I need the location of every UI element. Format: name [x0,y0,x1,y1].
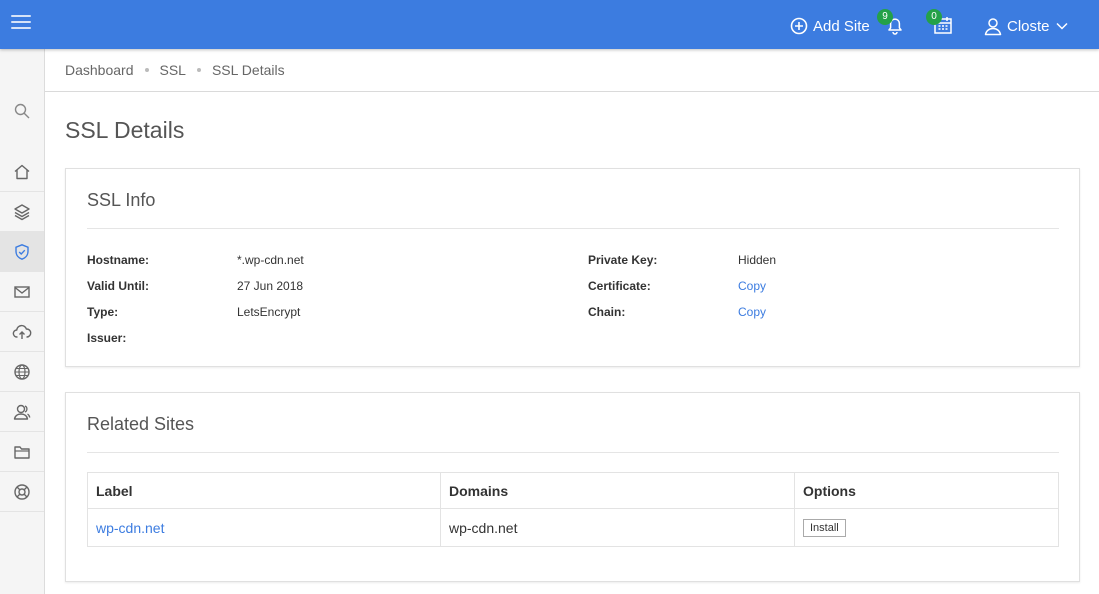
sidebar-item-upload[interactable] [0,312,44,352]
notifications-badge: 9 [877,9,893,25]
sidebar-search[interactable] [0,91,44,131]
sidebar-item-mail[interactable] [0,272,44,312]
page-title: SSL Details [65,117,185,143]
type-value: LetsEncrypt [237,305,301,319]
tasks-button[interactable]: 0 [926,9,954,36]
sidebar-item-home[interactable] [0,152,44,192]
user-icon [984,18,1002,36]
breadcrumb-ssl[interactable]: SSL [160,62,186,78]
sidebar [0,49,45,594]
divider [87,452,1059,453]
breadcrumb-separator [196,68,201,72]
chevron-down-icon [1056,22,1068,30]
breadcrumb-current: SSL Details [211,62,285,78]
type-label: Type: [87,305,119,319]
site-domains-cell: wp-cdn.net [440,508,795,547]
related-sites-title: Related Sites [87,414,195,434]
folder-icon [14,445,30,459]
sidebar-item-layers[interactable] [0,192,44,232]
users-icon [13,404,31,420]
top-bar: Add Site 9 0 Closte [0,0,1099,49]
private-key-label: Private Key: [588,253,658,267]
sidebar-item-domains[interactable] [0,352,44,392]
breadcrumb: Dashboard SSL SSL Details [45,49,1099,92]
tasks-badge: 0 [926,9,942,25]
table-header-row: Label Domains Options [87,472,1059,509]
column-header-options: Options [794,472,1059,509]
related-sites-card: Related Sites Label Domains Options wp-c… [65,392,1080,582]
sidebar-item-users[interactable] [0,392,44,432]
column-header-label: Label [87,472,441,509]
layers-icon [14,203,30,220]
column-header-domains: Domains [440,472,795,509]
add-site-label: Add Site [813,17,870,35]
sidebar-item-files[interactable] [0,432,44,472]
copy-chain-link[interactable]: Copy [738,305,766,319]
certificate-label: Certificate: [588,279,651,293]
chain-label: Chain: [588,305,626,319]
notifications-button[interactable]: 9 [877,9,906,36]
install-button[interactable]: Install [803,519,846,537]
copy-certificate-link[interactable]: Copy [738,279,766,293]
user-menu[interactable]: Closte [983,16,1072,36]
site-label-link[interactable]: wp-cdn.net [96,520,164,536]
breadcrumb-separator [144,68,149,72]
lifebuoy-icon [14,483,30,500]
related-sites-table: Label Domains Options wp-cdn.net wp-cdn.… [87,472,1059,547]
private-key-value: Hidden [738,253,777,267]
issuer-label: Issuer: [87,331,127,345]
cloud-upload-icon [12,324,32,339]
search-icon [14,103,30,119]
ssl-info-title: SSL Info [87,190,156,210]
shield-icon [15,243,29,260]
sidebar-item-support[interactable] [0,472,44,512]
breadcrumb-dashboard[interactable]: Dashboard [65,62,134,78]
divider [87,228,1059,229]
table-row: wp-cdn.net wp-cdn.net Install [87,508,1059,547]
hostname-value: *.wp-cdn.net [237,253,304,267]
user-name: Closte [1007,17,1050,35]
valid-until-label: Valid Until: [87,279,150,293]
plus-circle-icon [790,17,808,35]
ssl-info-card: SSL Info Hostname: *.wp-cdn.net Valid Un… [65,168,1080,367]
valid-until-value: 27 Jun 2018 [237,279,304,293]
hostname-label: Hostname: [87,253,150,267]
site-label-cell: wp-cdn.net [87,508,441,547]
add-site-button[interactable]: Add Site [790,16,870,36]
sidebar-item-ssl[interactable] [0,232,44,272]
mail-icon [14,285,30,298]
home-icon [14,164,30,179]
menu-icon[interactable] [11,14,31,30]
globe-icon [14,363,30,380]
site-options-cell: Install [794,508,1059,547]
